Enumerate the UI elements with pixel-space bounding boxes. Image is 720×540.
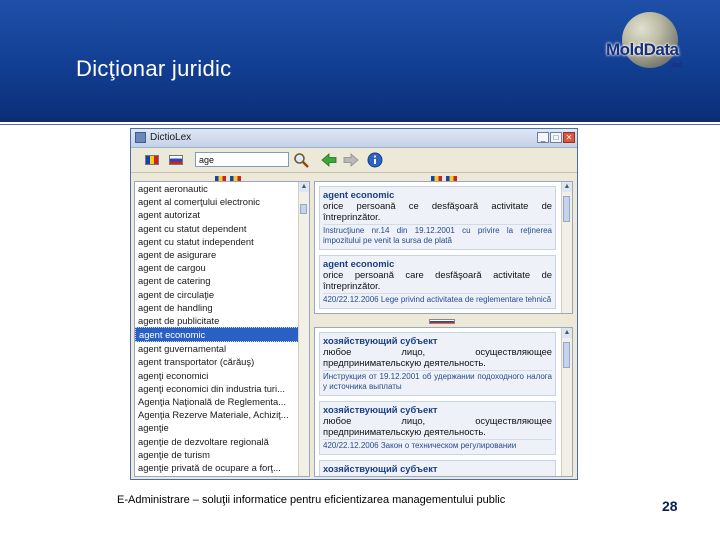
logo-wordmark: MoldData (606, 40, 679, 59)
list-item[interactable]: agent guvernamental (135, 342, 309, 355)
dictionary-entry: хозяйствующий субъектлюбое лицо, осущест… (319, 460, 556, 476)
list-item[interactable]: Agenţia Naţională de Reglementa... (135, 395, 309, 408)
list-item[interactable]: agenţie de dezvoltare regională (135, 435, 309, 448)
list-item[interactable]: agent de cargou (135, 261, 309, 274)
list-item[interactable]: agent de asigurare (135, 248, 309, 261)
back-arrow-icon[interactable] (321, 152, 337, 168)
window-titlebar[interactable]: DictioLex _ □ ✕ (131, 129, 577, 148)
entry-term: agent economic (323, 258, 395, 269)
entry-term: хозяйствующий субъект (323, 463, 438, 474)
list-item[interactable]: agent cu statut independent (135, 235, 309, 248)
entry-term: agent economic (323, 189, 395, 200)
list-item[interactable]: agent de handling (135, 301, 309, 314)
app-icon (135, 132, 146, 143)
entry-definition: любое лицо, осуществляющее предпринимате… (323, 415, 552, 437)
scroll-thumb[interactable] (563, 196, 570, 222)
entry-source: 420/22.12.2006 Lege privind activitatea … (323, 293, 552, 304)
romanian-entries-pane: agent economic orice persoană ce desfăşoa… (314, 181, 573, 314)
close-button[interactable]: ✕ (563, 132, 575, 143)
search-icon[interactable] (293, 152, 309, 168)
dictionary-entry: хозяйствующий субъектлюбое лицо, осущест… (319, 332, 556, 396)
page-number: 28 (662, 498, 678, 514)
dictionary-entry: agent economic orice persoană care desfăş… (319, 255, 556, 309)
scroll-thumb[interactable] (563, 342, 570, 368)
entry-source: Instrucţiune nr.14 din 19.12.2001 cu pri… (323, 224, 552, 245)
list-item[interactable]: agent autorizat (135, 208, 309, 221)
molddata-logo: MoldData .md (606, 12, 696, 82)
entry-source: Инструкция от 19.12.2001 об удержании по… (323, 370, 552, 391)
dictiolex-window: DictioLex _ □ ✕ agent aeronauticagent al… (130, 128, 578, 480)
list-item[interactable]: agent aeronautic (135, 182, 309, 195)
window-title: DictioLex (150, 132, 192, 143)
scroll-thumb[interactable] (300, 204, 307, 214)
slide-footer: E-Administrare – soluţii informatice pen… (117, 494, 506, 506)
list-item[interactable]: agenţie (135, 421, 309, 434)
list-item[interactable]: agent transportator (cărăuş) (135, 355, 309, 368)
word-list[interactable]: agent aeronautic agent al comerţului elec… (134, 181, 310, 477)
list-item[interactable]: Agenţia Rezerve Materiale, Achiziţ... (135, 408, 309, 421)
entry-source: 420/22.12.2006 Закон о техническом регул… (323, 439, 552, 451)
russian-entries-pane: хозяйствующий субъект любое лицо, осущест… (314, 327, 573, 477)
dictionary-entry: agent economic orice persoană ce desfăşoa… (319, 186, 556, 250)
slide-title: Dicţionar juridic (76, 56, 232, 81)
list-item[interactable]: agent de catering (135, 274, 309, 287)
header-divider-thin (0, 124, 720, 125)
word-list-scrollbar[interactable]: ▲ (298, 182, 309, 476)
scroll-up-icon[interactable]: ▲ (299, 182, 309, 192)
info-icon[interactable] (367, 152, 383, 168)
entry-definition: любое лицо, осуществляющее предпринимате… (323, 346, 552, 368)
romanian-flag-icon[interactable] (145, 155, 159, 165)
dictionary-entry: хозяйствующий субъектлюбое лицо, осущест… (319, 401, 556, 455)
list-item[interactable]: agent economic (135, 327, 309, 343)
entries-scrollbar[interactable]: ▲ (561, 182, 572, 313)
header-divider (0, 118, 720, 122)
search-input[interactable] (195, 152, 289, 167)
list-item[interactable]: agenţie de turism (135, 448, 309, 461)
russian-flag-icon (429, 319, 455, 324)
entry-definition: orice persoană care desfăşoară activitat… (323, 269, 552, 291)
entry-definition: orice persoană ce desfăşoară activitate … (323, 200, 552, 222)
list-item[interactable]: agent cu statut dependent (135, 222, 309, 235)
list-item[interactable]: agent de circulaţie (135, 288, 309, 301)
list-item[interactable]: agenţi economici (135, 369, 309, 382)
minimize-button[interactable]: _ (537, 132, 549, 143)
list-item[interactable]: agent al comerţului electronic (135, 195, 309, 208)
logo-domain: .md (670, 62, 683, 69)
maximize-button[interactable]: □ (550, 132, 562, 143)
entry-term: хозяйствующий субъект (323, 404, 438, 415)
scroll-up-icon[interactable]: ▲ (562, 328, 572, 338)
list-item[interactable]: agenţi economici din industria turi... (135, 382, 309, 395)
toolbar (131, 148, 577, 173)
entries-scrollbar[interactable]: ▲ (561, 328, 572, 476)
entry-definition: любое лицо, осуществляющее предпринимате… (323, 474, 552, 476)
list-item[interactable]: agent de publicitate (135, 314, 309, 327)
forward-arrow-icon[interactable] (343, 152, 359, 168)
list-item[interactable]: agenţie privată de ocupare a forţ... (135, 461, 309, 474)
entry-term: хозяйствующий субъект (323, 335, 438, 346)
scroll-up-icon[interactable]: ▲ (562, 182, 572, 192)
russian-flag-icon[interactable] (169, 155, 183, 165)
